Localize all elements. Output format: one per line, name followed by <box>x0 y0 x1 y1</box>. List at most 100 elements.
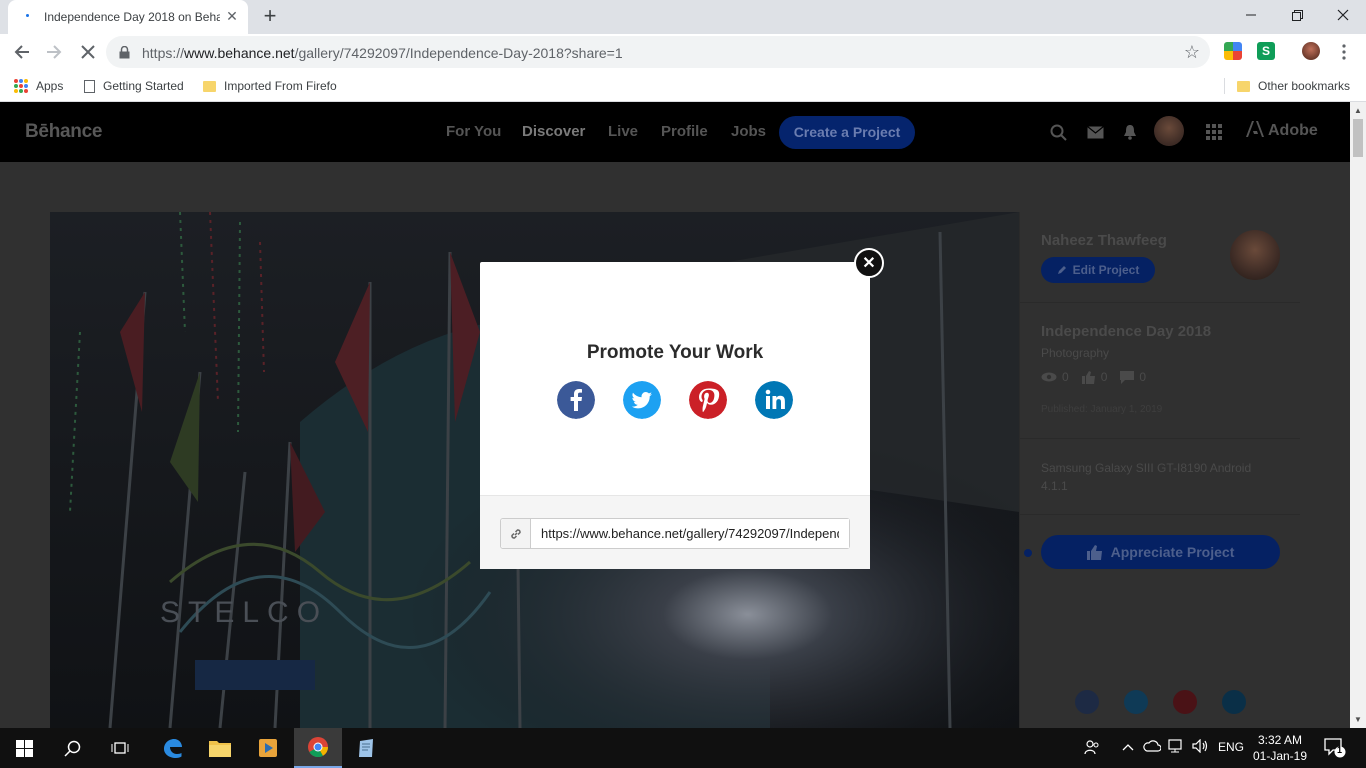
task-view-button[interactable] <box>96 728 144 768</box>
project-field-link[interactable]: Photography <box>1041 346 1109 360</box>
modal-footer <box>480 495 870 569</box>
indicator-dot <box>1024 549 1032 557</box>
thumbs-up-icon <box>1086 544 1102 560</box>
page-icon <box>84 79 95 93</box>
file-explorer-taskbar-button[interactable] <box>196 728 244 768</box>
edge-icon <box>164 739 182 758</box>
share-modal: Promote Your Work <box>480 262 870 569</box>
clock-time: 3:32 AM <box>1257 733 1303 747</box>
edge-taskbar-button[interactable] <box>148 728 196 768</box>
pencil-icon <box>1057 266 1066 274</box>
windows-taskbar: ENG 3:32 AM 01-Jan-19 1 <box>0 728 1366 768</box>
extension-s-icon[interactable]: S <box>1257 42 1275 60</box>
media-player-taskbar-button[interactable] <box>244 728 292 768</box>
page-scrollbar[interactable]: ▲ ▼ <box>1350 102 1366 728</box>
link-icon <box>501 519 531 548</box>
appreciate-project-button[interactable]: Appreciate Project <box>1041 535 1280 569</box>
people-icon[interactable] <box>1084 739 1100 758</box>
facebook-share-icon[interactable] <box>557 381 595 419</box>
views-count: 0 <box>1062 370 1069 384</box>
new-tab-button[interactable]: + <box>258 5 282 29</box>
network-icon[interactable] <box>1168 739 1184 756</box>
linkedin-share-icon[interactable] <box>755 381 793 419</box>
project-title: Independence Day 2018 <box>1041 323 1212 340</box>
appreciations-count: 0 <box>1100 370 1108 384</box>
notepad-taskbar-button[interactable] <box>342 728 390 768</box>
restore-button[interactable] <box>1274 0 1320 30</box>
bookmark-other[interactable]: Other bookmarks <box>1237 76 1350 96</box>
bookmark-imported-folder[interactable]: Imported From Firefo <box>203 76 337 96</box>
pinterest-share-icon[interactable] <box>689 381 727 419</box>
tab-strip: Independence Day 2018 on Behance ✕ + <box>0 0 1366 34</box>
sidebar-twitter-icon[interactable] <box>1124 690 1148 714</box>
profile-avatar[interactable] <box>1302 42 1320 60</box>
translate-extension-icon[interactable] <box>1224 42 1242 60</box>
share-link-input[interactable] <box>531 519 849 548</box>
modal-close-button[interactable]: ✕ <box>854 248 884 278</box>
task-view-icon <box>111 742 129 754</box>
bookmark-getting-started[interactable]: Getting Started <box>84 76 184 96</box>
bookmark-star-icon[interactable]: ☆ <box>1184 42 1200 63</box>
stop-icon <box>81 45 95 59</box>
chrome-icon <box>308 737 329 758</box>
minimize-icon <box>1246 14 1256 16</box>
twitter-share-icon[interactable] <box>623 381 661 419</box>
close-window-button[interactable] <box>1320 0 1366 30</box>
tab-close-icon[interactable]: ✕ <box>224 8 240 24</box>
stop-loading-button[interactable] <box>74 38 102 66</box>
show-hidden-icons-chevron-icon[interactable] <box>1122 740 1134 754</box>
scroll-down-arrow-icon[interactable]: ▼ <box>1354 715 1362 724</box>
share-buttons <box>557 381 793 419</box>
input-language[interactable]: ENG <box>1218 740 1244 754</box>
comments-count: 0 <box>1139 370 1147 384</box>
modal-title: Promote Your Work <box>586 342 764 363</box>
folder-icon <box>209 741 231 757</box>
taskbar-clock[interactable]: 3:32 AM 01-Jan-19 <box>1252 732 1308 764</box>
published-date: Published: January 1, 2019 <box>1041 404 1163 415</box>
volume-icon[interactable] <box>1192 738 1210 756</box>
address-bar[interactable]: https://www.behance.net/gallery/74292097… <box>106 36 1210 68</box>
apps-grid-icon <box>14 79 28 93</box>
windows-logo-icon <box>15 739 33 757</box>
minimize-button[interactable] <box>1228 0 1274 30</box>
restore-icon <box>1291 9 1303 21</box>
url-text: https://www.behance.net/gallery/74292097… <box>142 45 623 61</box>
browser-tab[interactable]: Independence Day 2018 on Behance ✕ <box>8 0 248 34</box>
browser-toolbar: https://www.behance.net/gallery/74292097… <box>0 34 1366 70</box>
tab-title: Independence Day 2018 on Behance <box>44 10 220 24</box>
folder-icon <box>203 80 216 92</box>
back-button[interactable] <box>8 38 36 66</box>
notification-count: 1 <box>1337 745 1343 755</box>
lock-icon <box>119 46 130 59</box>
divider <box>1020 302 1300 303</box>
forward-arrow-icon <box>47 45 62 59</box>
clock-date: 01-Jan-19 <box>1252 749 1308 763</box>
sidebar-pinterest-icon[interactable] <box>1173 690 1197 714</box>
loading-favicon-icon <box>22 11 34 23</box>
bookmark-apps[interactable]: Apps <box>14 76 63 96</box>
thumbs-up-icon <box>1081 370 1095 384</box>
notepad-icon <box>359 739 373 757</box>
owner-avatar[interactable] <box>1230 230 1280 280</box>
start-button[interactable] <box>0 728 48 768</box>
onedrive-cloud-icon[interactable] <box>1143 739 1162 756</box>
folder-icon <box>1237 80 1250 92</box>
sidebar-facebook-icon[interactable] <box>1075 690 1099 714</box>
scroll-thumb[interactable] <box>1353 119 1363 157</box>
action-center-icon[interactable]: 1 <box>1324 738 1346 761</box>
owner-name[interactable]: Naheez Thawfeeg <box>1041 232 1167 249</box>
project-sidebar: Naheez Thawfeeg Edit Project Independenc… <box>1019 212 1300 728</box>
search-button[interactable] <box>48 728 96 768</box>
chrome-taskbar-button[interactable] <box>294 728 342 768</box>
forward-button[interactable] <box>40 38 68 66</box>
bookmarks-separator <box>1224 78 1225 94</box>
chrome-menu-button[interactable] <box>1330 38 1358 66</box>
sidebar-linkedin-icon[interactable] <box>1222 690 1246 714</box>
close-icon <box>1337 9 1349 21</box>
project-stats: 0 0 0 <box>1041 370 1146 384</box>
divider <box>1020 438 1300 439</box>
scroll-up-arrow-icon[interactable]: ▲ <box>1354 106 1362 115</box>
media-player-icon <box>259 739 277 757</box>
edit-project-button[interactable]: Edit Project <box>1041 257 1155 283</box>
share-link-field <box>500 518 850 549</box>
